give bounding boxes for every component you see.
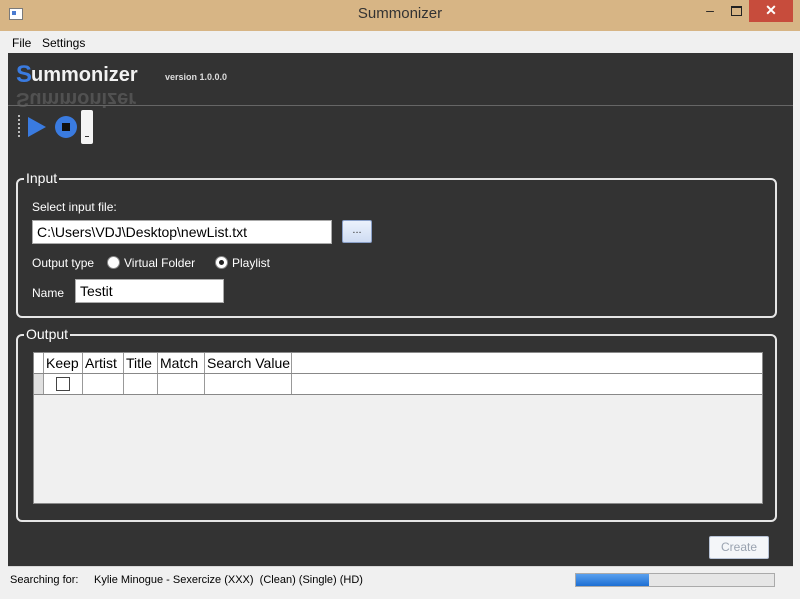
output-type-label: Output type (32, 256, 95, 270)
output-group: Output Keep Artist Title Match Search Va… (16, 326, 777, 522)
menu-settings[interactable]: Settings (42, 36, 85, 50)
artist-cell[interactable] (83, 374, 124, 394)
main-panel: S ummonizer version 1.0.0.0 Summonizer I… (8, 53, 793, 566)
browse-button[interactable]: ... (342, 220, 372, 243)
virtual-folder-radio[interactable] (107, 256, 120, 269)
minimize-button[interactable]: – (697, 0, 723, 22)
input-file-field[interactable]: C:\Users\VDJ\Desktop\newList.txt (32, 220, 332, 244)
menu-bar: File Settings (8, 31, 793, 53)
version-label: version 1.0.0.0 (165, 72, 228, 82)
input-group-title: Input (24, 170, 60, 186)
create-button[interactable]: Create (709, 536, 769, 559)
window-title: Summonizer (357, 5, 443, 22)
output-grid[interactable]: Keep Artist Title Match Search Value (33, 352, 763, 504)
output-group-title: Output (24, 326, 71, 342)
status-value: Kylie Minogue - Sexercize (XXX) (Clean) … (94, 574, 363, 586)
column-search-value[interactable]: Search Value (205, 353, 292, 373)
play-icon[interactable] (26, 115, 48, 139)
title-bar: Summonizer – ✕ (0, 0, 800, 31)
playlist-label[interactable]: Playlist (232, 256, 270, 270)
column-match[interactable]: Match (158, 353, 205, 373)
input-group: Input Select input file: C:\Users\VDJ\De… (16, 170, 777, 318)
logo-reflection: Summonizer (16, 88, 137, 110)
close-button[interactable]: ✕ (749, 0, 793, 22)
column-title[interactable]: Title (124, 353, 158, 373)
maximize-icon (730, 6, 742, 16)
match-cell[interactable] (158, 374, 205, 394)
progress-fill (576, 574, 650, 586)
column-artist[interactable]: Artist (83, 353, 124, 373)
name-field[interactable]: Testit (75, 279, 224, 303)
status-bar: Searching for: Kylie Minogue - Sexercize… (8, 566, 793, 593)
logo-initial: S (16, 61, 33, 88)
stop-icon[interactable] (55, 116, 77, 138)
select-file-label: Select input file: (32, 200, 117, 214)
header-divider (8, 105, 793, 106)
title-cell[interactable] (124, 374, 158, 394)
keep-cell (44, 374, 83, 394)
grid-header: Keep Artist Title Match Search Value (34, 353, 762, 374)
maximize-button[interactable] (723, 0, 749, 22)
row-header-cell (34, 353, 44, 373)
status-label: Searching for: (10, 574, 79, 586)
name-label: Name (32, 286, 65, 300)
logo-text: ummonizer (31, 64, 138, 86)
progress-bar (575, 573, 775, 587)
virtual-folder-label[interactable]: Virtual Folder (124, 256, 195, 270)
keep-checkbox[interactable] (56, 377, 70, 391)
toolbar-grip[interactable] (18, 115, 21, 137)
row-header-cell[interactable] (34, 374, 44, 394)
column-keep[interactable]: Keep (44, 353, 83, 373)
playlist-radio[interactable] (215, 256, 228, 269)
table-row[interactable] (34, 374, 762, 395)
search-value-cell[interactable] (205, 374, 292, 394)
toolbar-overflow-button[interactable] (81, 110, 93, 144)
menu-file[interactable]: File (12, 36, 31, 50)
